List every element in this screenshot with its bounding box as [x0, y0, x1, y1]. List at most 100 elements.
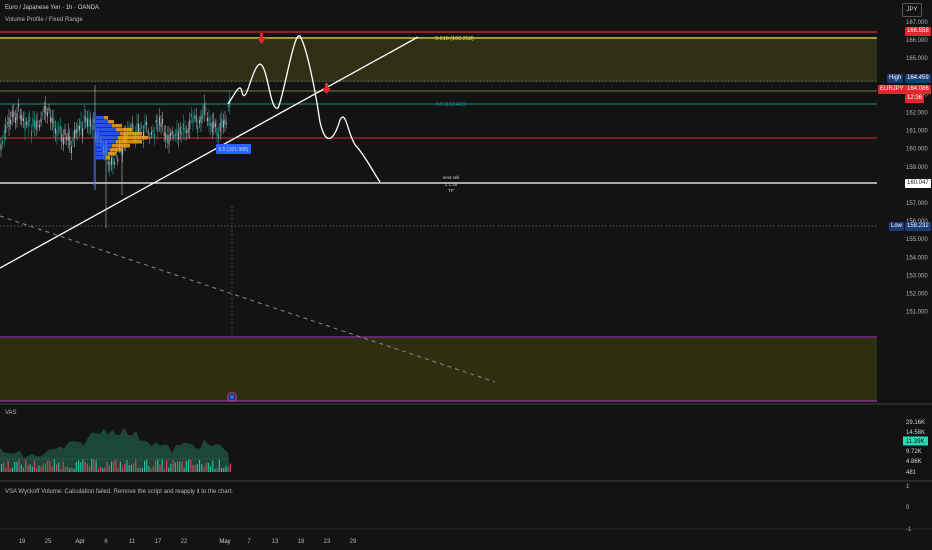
candle-body [35, 120, 37, 130]
candle-body [51, 118, 53, 124]
price-tick-label: 165.000 [906, 56, 928, 62]
volume-profile-sell-bar [112, 124, 122, 128]
vas-volume-bar [199, 460, 201, 472]
vas-volume-bar [38, 465, 40, 472]
candle-body [182, 123, 184, 131]
candle-body [218, 132, 220, 139]
candle-body [203, 104, 205, 115]
candle-body [138, 123, 140, 132]
candle-body [0, 143, 2, 151]
candle-body [40, 118, 42, 123]
volume-profile-sell-bar [104, 116, 108, 120]
candle-body [157, 124, 159, 133]
currency-button[interactable]: JPY [902, 3, 922, 17]
vas-volume-bar [190, 459, 192, 472]
vas-volume-bar [203, 467, 205, 472]
vas-volume-bar [67, 466, 69, 472]
vas-volume-bar [216, 467, 218, 472]
vas-volume-bar [62, 461, 64, 472]
candle-body [14, 117, 16, 123]
vas-volume-bar [170, 463, 172, 472]
candle-body [181, 131, 183, 136]
vas-volume-bar [73, 468, 75, 472]
time-axis[interactable]: 19 25 Apr 6 11 17 22 May 7 13 18 23 29 [19, 539, 357, 545]
price-tick-label: 151.000 [906, 310, 928, 316]
candle-body [85, 116, 87, 122]
vas-volume-bar [111, 461, 113, 472]
time-tick-label: 11 [129, 539, 136, 545]
candle-body [107, 161, 109, 165]
candle-body [67, 132, 69, 141]
candle-body [206, 117, 208, 122]
vas-volume-bar [157, 459, 159, 472]
vas-volume-bar [128, 465, 130, 472]
candle-body [163, 132, 165, 136]
chart-title[interactable]: Euro / Japanese Yen · 1h · OANDA [5, 4, 99, 12]
volume-profile [93, 112, 148, 187]
candle-body [224, 119, 226, 125]
candle-body [26, 122, 28, 125]
candle-body [141, 125, 143, 129]
vas-volume-bar [139, 467, 141, 472]
vas-volume-bar [31, 466, 33, 472]
candle-body [152, 129, 154, 133]
countdown-tag: 12:36 [905, 94, 925, 103]
volume-profile-sell-bar [116, 140, 142, 144]
candle-body [208, 117, 210, 126]
volume-profile-sell-bar [118, 136, 148, 140]
candle-body [205, 107, 207, 111]
candle-body [211, 122, 213, 133]
candle-body [131, 122, 133, 129]
vas-volume-bar [227, 467, 229, 472]
time-tick-label: 13 [272, 539, 279, 545]
vas-volume-bar [53, 459, 55, 472]
candle-body [38, 125, 40, 128]
vas-volume-bar [229, 463, 231, 472]
chart-canvas[interactable]: 0.5 (161.988) 0.618 (166.258) 0.5 (163.4… [0, 0, 932, 550]
candle-body [88, 117, 90, 128]
indicator-label-volume-profile[interactable]: Volume Profile / Fixed Range [5, 16, 83, 24]
candle-body [18, 104, 20, 107]
time-tick-label: May [219, 539, 230, 545]
vas-volume-bar [23, 467, 25, 472]
vas-volume-bar [91, 459, 93, 472]
vas-volume-bar [47, 460, 49, 472]
candle-body [136, 123, 138, 133]
vas-volume-bar [152, 466, 154, 472]
note-ratio: 1 1.25 [445, 182, 458, 187]
price-tick-label: 167.000 [906, 20, 928, 26]
vas-indicator-label[interactable]: VAS [5, 409, 17, 417]
candle-body [5, 125, 7, 133]
vas-volume-bar [14, 462, 16, 472]
symbol-tag: EURJPY [878, 85, 906, 94]
candle-body [19, 114, 21, 120]
time-tick-label: 22 [181, 539, 188, 545]
vas-volume-bar [119, 461, 121, 472]
vsa-tick-label: -1 [906, 527, 912, 533]
vas-volume-bar [78, 460, 80, 472]
candle-body [202, 113, 204, 120]
vas-volume-bar [40, 466, 42, 472]
candle-body [82, 128, 84, 137]
vas-volume-bar [181, 461, 183, 472]
candle-body [10, 119, 12, 124]
price-candles [0, 85, 231, 228]
candle-body [86, 119, 88, 127]
vas-volume-bar [177, 461, 179, 472]
candle-body [24, 121, 26, 131]
candle-body [48, 107, 50, 111]
vas-volume-bar [218, 459, 220, 472]
candle-body [22, 118, 24, 122]
vas-volume-bar [84, 461, 86, 472]
candle-body [197, 126, 199, 133]
vas-volume-bar [225, 465, 227, 472]
vas-volume-bar [56, 464, 58, 472]
vas-tick-label: 14.58K [906, 430, 925, 436]
event-marker-dot [229, 394, 235, 400]
volume-profile-buy-bar [96, 144, 112, 148]
candle-body [66, 137, 68, 140]
price-axis[interactable]: 167.000166.000165.000164.000163.000162.0… [906, 20, 928, 316]
vas-volume-bar [64, 467, 66, 472]
candle-body [158, 117, 160, 125]
time-tick-label: Apr [75, 539, 84, 545]
